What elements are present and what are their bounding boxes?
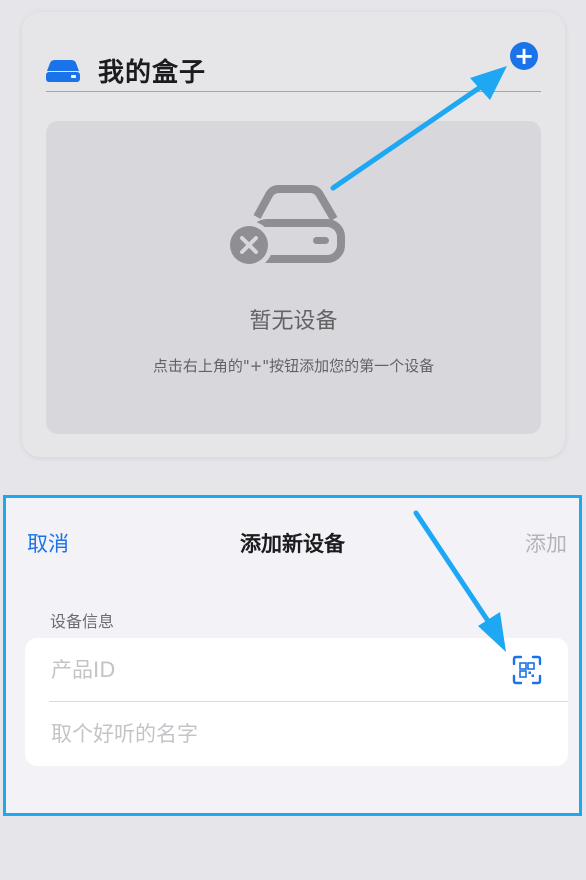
add-device-sheet: 取消 添加新设备 添加 设备信息 bbox=[3, 495, 582, 816]
section-label: 设备信息 bbox=[50, 612, 115, 631]
sheet-title: 添加新设备 bbox=[240, 532, 345, 556]
header-divider bbox=[46, 91, 541, 92]
product-id-input[interactable] bbox=[49, 657, 483, 683]
device-name-row bbox=[25, 702, 568, 766]
card-title: 我的盒子 bbox=[98, 58, 207, 88]
my-boxes-card: 我的盒子 + 暂无设备 点击右上角的"+"按钮添加您的第一个设备 bbox=[22, 12, 565, 457]
hard-drive-icon bbox=[46, 59, 80, 82]
add-button[interactable]: 添加 bbox=[525, 528, 567, 558]
empty-state-title: 暂无设备 bbox=[249, 309, 338, 334]
card-header: 我的盒子 bbox=[46, 52, 206, 89]
product-id-row bbox=[25, 638, 568, 702]
qr-scan-icon[interactable] bbox=[512, 655, 542, 685]
device-name-input[interactable] bbox=[49, 721, 483, 747]
add-device-button[interactable]: + bbox=[510, 42, 538, 70]
empty-state-panel: 暂无设备 点击右上角的"+"按钮添加您的第一个设备 bbox=[46, 121, 541, 434]
empty-state-hint: 点击右上角的"+"按钮添加您的第一个设备 bbox=[152, 357, 435, 375]
device-info-form bbox=[25, 638, 568, 766]
disconnected-drive-icon bbox=[225, 185, 345, 269]
